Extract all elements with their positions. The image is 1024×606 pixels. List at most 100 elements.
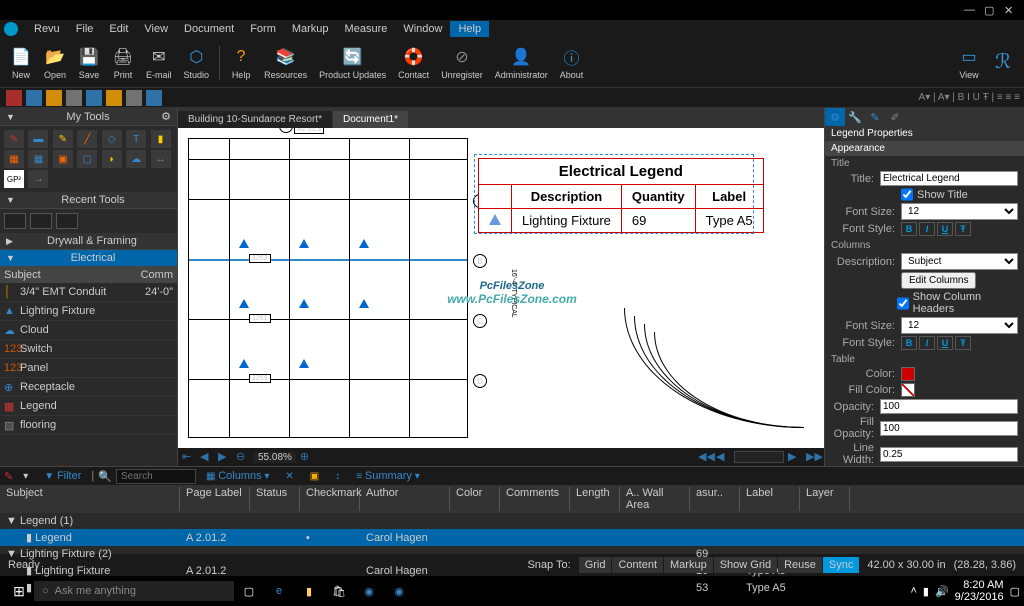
product-updates-button[interactable]: 🔄Product Updates (313, 44, 392, 82)
brush-tab-icon[interactable]: ✐ (885, 108, 905, 126)
gear-icon[interactable]: ⚙ (161, 110, 171, 123)
explorer-icon[interactable]: ▮ (294, 576, 324, 606)
tool-icon[interactable] (106, 90, 122, 106)
italic-button[interactable]: I (919, 336, 935, 350)
electrical-item[interactable]: ⊕Receptacle (0, 378, 177, 397)
tool-gp[interactable]: GP² (4, 170, 24, 188)
menu-document[interactable]: Document (176, 21, 242, 37)
nav-icon[interactable]: ◀ (716, 450, 730, 464)
chevron-down-icon[interactable]: ▼ (6, 112, 15, 122)
tool-icon[interactable] (126, 90, 142, 106)
tool-stamp[interactable]: ▣ (53, 150, 73, 168)
store-icon[interactable]: 🛍 (324, 576, 354, 606)
page-input[interactable] (734, 451, 784, 463)
column-header[interactable]: Author (360, 487, 450, 511)
menu-edit[interactable]: Edit (101, 21, 136, 37)
tool-cloud[interactable]: ☁ (126, 150, 146, 168)
fontsize-select[interactable]: 12 (901, 203, 1018, 220)
nav-icon[interactable]: ▶▶ (806, 450, 820, 464)
chevron-down-icon[interactable]: ▼ (6, 195, 15, 205)
chevron-right-icon[interactable]: ▶ (6, 236, 13, 247)
tool-button[interactable]: ✕ (279, 470, 299, 483)
electrical-header[interactable]: ▼Electrical (0, 250, 177, 267)
electrical-item[interactable]: ▨flooring (0, 416, 177, 435)
pen-icon[interactable]: ✎ (4, 470, 13, 483)
column-header[interactable]: A.. Wall Area (620, 487, 690, 511)
column-header[interactable]: Label (740, 487, 800, 511)
maximize-icon[interactable]: ▢ (984, 4, 996, 16)
legend-table[interactable]: Electrical Legend Description Quantity L… (478, 158, 764, 233)
menu-help[interactable]: Help (450, 21, 489, 37)
tool-icon[interactable] (146, 90, 162, 106)
tool-callout[interactable]: ◗ (102, 150, 122, 168)
snap-grid[interactable]: Grid (579, 557, 612, 573)
studio-button[interactable]: ⬡Studio (178, 44, 216, 82)
color-swatch[interactable] (901, 367, 915, 381)
fillcolor-swatch[interactable] (901, 383, 915, 397)
bold-button[interactable]: B (901, 336, 917, 350)
menu-window[interactable]: Window (395, 21, 450, 37)
collapse-button[interactable]: ▾ (17, 470, 34, 483)
column-header[interactable]: Layer (800, 487, 850, 511)
strike-button[interactable]: Ŧ (955, 222, 971, 236)
column-header[interactable]: asur.. (690, 487, 740, 511)
filter-button[interactable]: ▼ Filter (38, 469, 87, 483)
zoom-out-icon[interactable]: ⊖ (236, 450, 250, 464)
mytools-header[interactable]: ▼My Tools⚙ (0, 108, 177, 126)
nav-icon[interactable]: ▶ (788, 450, 802, 464)
linewidth-input[interactable] (880, 447, 1018, 462)
close-icon[interactable]: ✕ (1004, 4, 1016, 16)
wrench-tab-icon[interactable]: 🔧 (845, 108, 865, 126)
snap-reuse[interactable]: Reuse (778, 557, 822, 573)
electrical-item[interactable]: ▲Lighting Fixture (0, 302, 177, 321)
clock-time[interactable]: 8:20 AM (955, 579, 1004, 591)
tool-text[interactable]: T (126, 130, 146, 148)
tool-icon[interactable] (86, 90, 102, 106)
title-input[interactable] (880, 171, 1018, 186)
app-icon[interactable]: ◉ (384, 576, 414, 606)
electrical-item[interactable]: ☁Cloud (0, 321, 177, 340)
save-button[interactable]: 💾Save (72, 44, 106, 82)
brand-button[interactable]: ℛ (986, 49, 1020, 77)
tool-icon[interactable] (46, 90, 62, 106)
underline-button[interactable]: U (937, 222, 953, 236)
tool-icon[interactable] (66, 90, 82, 106)
snap-markup[interactable]: Markup (664, 557, 713, 573)
electrical-item[interactable]: 123Switch (0, 340, 177, 359)
electrical-item[interactable]: ▦Legend (0, 397, 177, 416)
edge-icon[interactable]: e (264, 576, 294, 606)
snap-content[interactable]: Content (612, 557, 663, 573)
column-header[interactable]: Subject (0, 487, 180, 511)
col-fontsize-select[interactable]: 12 (901, 317, 1018, 334)
help-button[interactable]: ?Help (224, 44, 258, 82)
tool-table[interactable]: ▦ (4, 150, 24, 168)
column-header[interactable]: Length (570, 487, 620, 511)
open-button[interactable]: 📂Open (38, 44, 72, 82)
electrical-item[interactable]: │3/4" EMT Conduit24'-0" (0, 283, 177, 302)
chevron-down-icon[interactable]: ▼ (6, 253, 15, 263)
recent-header[interactable]: ▼Recent Tools (0, 192, 177, 209)
administrator-button[interactable]: 👤Administrator (489, 44, 554, 82)
document-tab[interactable]: Document1* (333, 111, 408, 128)
prev-page-icon[interactable]: ◀ (200, 450, 214, 464)
tool-icon[interactable] (6, 90, 22, 106)
menu-form[interactable]: Form (242, 21, 284, 37)
first-page-icon[interactable]: ⇤ (182, 450, 196, 464)
recent-tool[interactable] (4, 213, 26, 229)
new-button[interactable]: 📄New (4, 44, 38, 82)
drywall-header[interactable]: ▶Drywall & Framing (0, 233, 177, 250)
nav-icon[interactable]: ◀◀ (698, 450, 712, 464)
column-header[interactable]: Status (250, 487, 300, 511)
network-icon[interactable]: ▮ (923, 585, 929, 598)
gear-tab-icon[interactable]: ⚙ (825, 108, 845, 126)
menu-file[interactable]: File (68, 21, 102, 37)
zoom-in-icon[interactable]: ⊕ (300, 450, 314, 464)
column-header[interactable]: Checkmark (300, 487, 360, 511)
taskview-icon[interactable]: ▢ (234, 576, 264, 606)
view-button[interactable]: ▭View (952, 44, 986, 82)
tool-button[interactable]: ▣ (304, 470, 325, 483)
menu-view[interactable]: View (136, 21, 176, 37)
fillopacity-input[interactable] (880, 421, 1018, 436)
tool-shape[interactable]: ◇ (102, 130, 122, 148)
resources-button[interactable]: 📚Resources (258, 44, 313, 82)
